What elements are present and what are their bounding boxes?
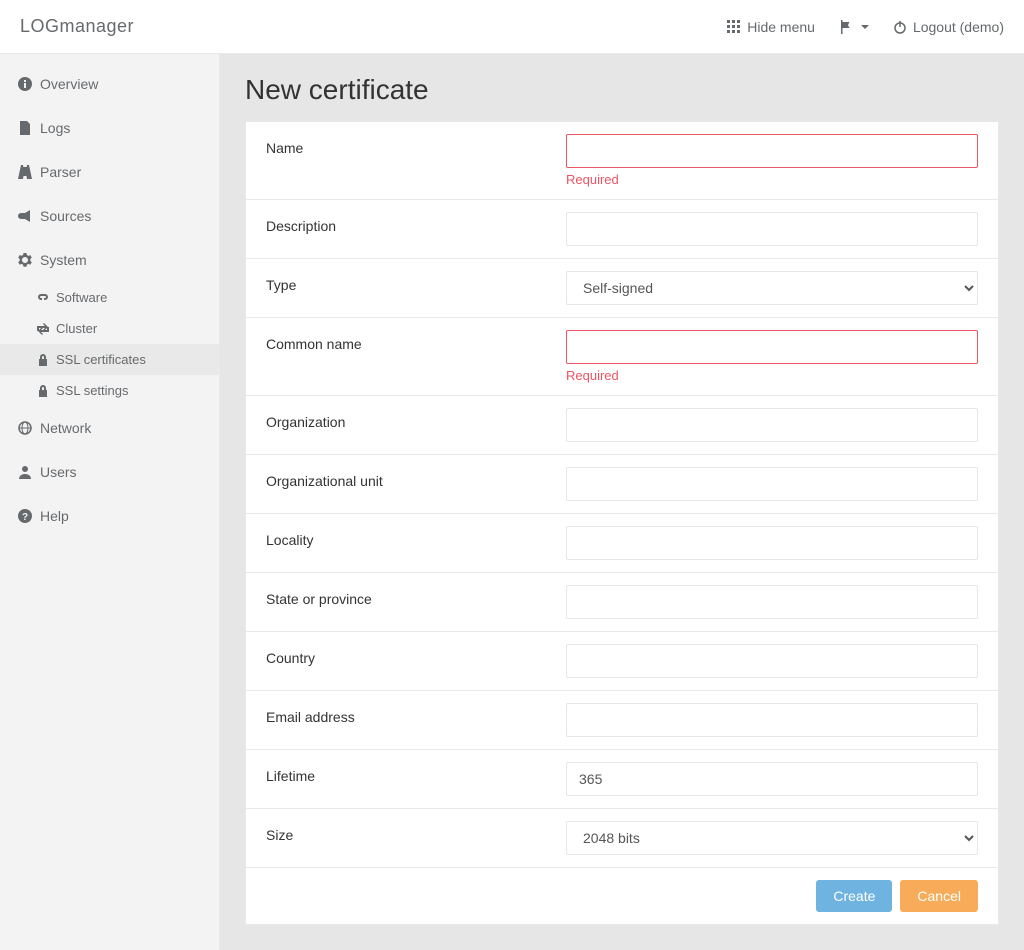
svg-text:?: ?	[22, 512, 28, 523]
label-state: State or province	[266, 585, 566, 607]
file-icon	[18, 121, 32, 135]
sidebar-item-network[interactable]: Network	[0, 406, 219, 450]
sidebar-item-users[interactable]: Users	[0, 450, 219, 494]
sidebar-sub-software[interactable]: Software	[0, 282, 219, 313]
label: Help	[40, 508, 69, 524]
lock-icon	[36, 353, 50, 367]
label: Sources	[40, 208, 91, 224]
row-name: Name Required	[246, 122, 998, 200]
label-common-name: Common name	[266, 330, 566, 352]
label-type: Type	[266, 271, 566, 293]
label: Overview	[40, 76, 98, 92]
sidebar-sub-ssl-certificates[interactable]: SSL certificates	[0, 344, 219, 375]
hide-menu-label: Hide menu	[747, 19, 815, 35]
lifetime-input[interactable]	[566, 762, 978, 796]
label: Logs	[40, 120, 70, 136]
label: Users	[40, 464, 77, 480]
locality-input[interactable]	[566, 526, 978, 560]
label-size: Size	[266, 821, 566, 843]
row-common-name: Common name Required	[246, 318, 998, 396]
sidebar-sub-ssl-settings[interactable]: SSL settings	[0, 375, 219, 406]
logout[interactable]: Logout (demo)	[893, 19, 1004, 35]
label: Parser	[40, 164, 81, 180]
label-name: Name	[266, 134, 566, 156]
row-type: Type Self-signed	[246, 259, 998, 318]
lock-icon	[36, 384, 50, 398]
organizational-unit-input[interactable]	[566, 467, 978, 501]
row-state: State or province	[246, 573, 998, 632]
link-icon	[36, 291, 50, 305]
form-panel: Name Required Description Type Self-sign…	[245, 121, 999, 925]
label-lifetime: Lifetime	[266, 762, 566, 784]
country-input[interactable]	[566, 644, 978, 678]
organization-input[interactable]	[566, 408, 978, 442]
description-input[interactable]	[566, 212, 978, 246]
row-email: Email address	[246, 691, 998, 750]
brand: LOGmanager	[20, 16, 134, 37]
flag-icon	[839, 20, 853, 34]
label-organization: Organization	[266, 408, 566, 430]
size-select[interactable]: 2048 bits	[566, 821, 978, 855]
row-organizational-unit: Organizational unit	[246, 455, 998, 514]
state-input[interactable]	[566, 585, 978, 619]
label-description: Description	[266, 212, 566, 234]
power-icon	[893, 20, 907, 34]
retweet-icon	[36, 322, 50, 336]
sidebar-item-logs[interactable]: Logs	[0, 106, 219, 150]
name-error: Required	[566, 172, 978, 187]
sidebar-item-sources[interactable]: Sources	[0, 194, 219, 238]
question-icon: ?	[18, 509, 32, 523]
label-organizational-unit: Organizational unit	[266, 467, 566, 489]
cancel-button[interactable]: Cancel	[900, 880, 978, 912]
sidebar-sub-cluster[interactable]: Cluster	[0, 313, 219, 344]
label: Cluster	[56, 321, 97, 336]
hide-menu[interactable]: Hide menu	[727, 19, 815, 35]
common-name-input[interactable]	[566, 330, 978, 364]
row-lifetime: Lifetime	[246, 750, 998, 809]
label: SSL settings	[56, 383, 129, 398]
label-country: Country	[266, 644, 566, 666]
form-actions: Create Cancel	[246, 868, 998, 924]
user-icon	[18, 465, 32, 479]
logout-label: Logout (demo)	[913, 19, 1004, 35]
label-email: Email address	[266, 703, 566, 725]
topbar: LOGmanager Hide menu Logout (demo)	[0, 0, 1024, 54]
type-select[interactable]: Self-signed	[566, 271, 978, 305]
sidebar-item-overview[interactable]: Overview	[0, 62, 219, 106]
create-button[interactable]: Create	[816, 880, 892, 912]
label: Network	[40, 420, 91, 436]
bullhorn-icon	[18, 209, 32, 223]
email-input[interactable]	[566, 703, 978, 737]
label: SSL certificates	[56, 352, 146, 367]
page-title: New certificate	[220, 54, 1024, 121]
globe-icon	[18, 421, 32, 435]
row-size: Size 2048 bits	[246, 809, 998, 868]
flag-dropdown[interactable]	[839, 20, 869, 34]
row-organization: Organization	[246, 396, 998, 455]
sidebar-item-system[interactable]: System	[0, 238, 219, 282]
sidebar-item-help[interactable]: ? Help	[0, 494, 219, 538]
caret-down-icon	[861, 25, 869, 29]
gear-icon	[18, 253, 32, 267]
road-icon	[18, 165, 32, 179]
info-icon	[18, 77, 32, 91]
row-locality: Locality	[246, 514, 998, 573]
topbar-right: Hide menu Logout (demo)	[727, 19, 1004, 35]
label-locality: Locality	[266, 526, 566, 548]
name-input[interactable]	[566, 134, 978, 168]
sidebar: Overview Logs Parser Sources System	[0, 54, 220, 950]
common-name-error: Required	[566, 368, 978, 383]
row-description: Description	[246, 200, 998, 259]
label: System	[40, 252, 87, 268]
main: New certificate Name Required Descriptio…	[220, 54, 1024, 950]
label: Software	[56, 290, 107, 305]
grid-icon	[727, 20, 741, 34]
row-country: Country	[246, 632, 998, 691]
sidebar-item-parser[interactable]: Parser	[0, 150, 219, 194]
